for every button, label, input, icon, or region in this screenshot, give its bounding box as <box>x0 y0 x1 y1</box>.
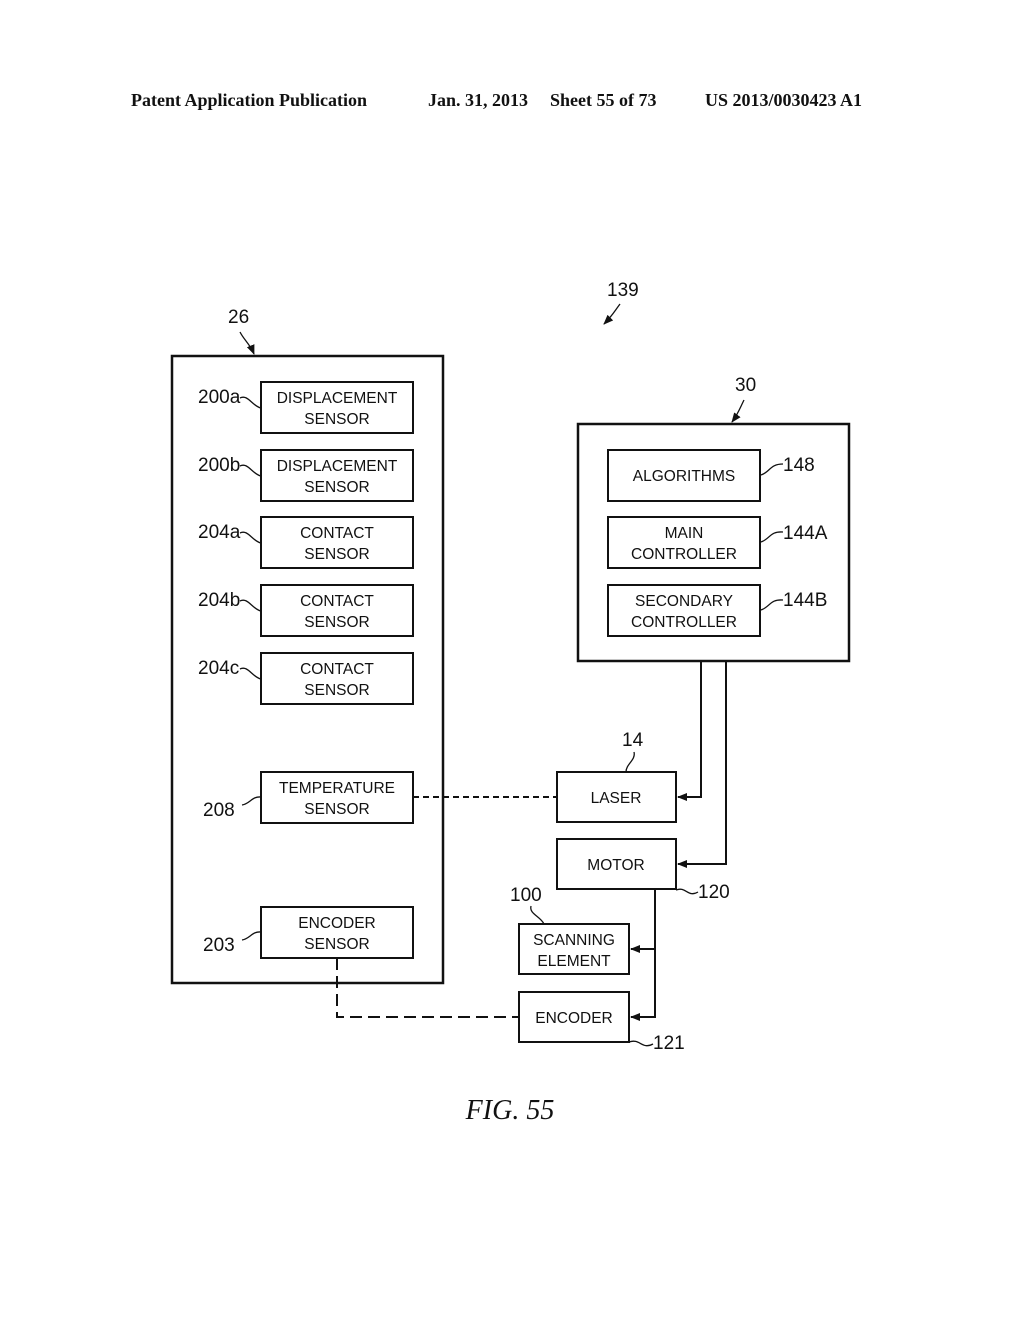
dashed-link-encoder-sensor-encoder <box>336 958 519 1018</box>
svg-text:204c: 204c <box>198 658 239 679</box>
svg-text:ENCODER: ENCODER <box>535 1010 613 1027</box>
svg-text:LASER: LASER <box>591 790 642 807</box>
svg-text:ELEMENT: ELEMENT <box>537 953 611 970</box>
ref-139: 139 <box>607 280 639 301</box>
svg-text:121: 121 <box>653 1033 685 1054</box>
svg-text:MOTOR: MOTOR <box>587 857 644 874</box>
svg-text:204b: 204b <box>198 590 240 611</box>
block-diagram: 139 26 DISPLACEMENT SENSOR 200a DISPLACE… <box>170 280 851 1126</box>
svg-text:200b: 200b <box>198 455 240 476</box>
svg-text:SENSOR: SENSOR <box>304 936 369 953</box>
svg-text:SENSOR: SENSOR <box>304 614 369 631</box>
svg-text:CONTACT: CONTACT <box>300 661 374 678</box>
svg-text:DISPLACEMENT: DISPLACEMENT <box>277 390 398 407</box>
svg-text:SENSOR: SENSOR <box>304 682 369 699</box>
svg-text:204a: 204a <box>198 522 241 543</box>
component-200b: DISPLACEMENT SENSOR 200b <box>198 449 414 502</box>
svg-text:SENSOR: SENSOR <box>304 546 369 563</box>
svg-text:MAIN: MAIN <box>665 525 704 542</box>
device-motor-120: MOTOR 120 <box>556 838 730 903</box>
device-encoder-121: ENCODER 121 <box>518 991 685 1054</box>
svg-text:CONTACT: CONTACT <box>300 593 374 610</box>
connector-controller-laser <box>677 661 702 801</box>
device-laser-14: LASER 14 <box>556 730 677 823</box>
svg-text:SENSOR: SENSOR <box>304 801 369 818</box>
svg-text:DISPLACEMENT: DISPLACEMENT <box>277 458 398 475</box>
svg-text:TEMPERATURE: TEMPERATURE <box>279 780 395 797</box>
svg-text:144B: 144B <box>783 590 827 611</box>
figure-caption: FIG. 55 <box>465 1095 555 1126</box>
svg-text:CONTROLLER: CONTROLLER <box>631 546 737 563</box>
component-204a: CONTACT SENSOR 204a <box>198 516 414 569</box>
arrow-139 <box>603 303 621 325</box>
device-scanning-element-100: SCANNING ELEMENT 100 <box>510 885 630 975</box>
svg-text:CONTROLLER: CONTROLLER <box>631 614 737 631</box>
arrow-30 <box>731 399 745 423</box>
svg-text:120: 120 <box>698 882 730 903</box>
svg-text:ALGORITHMS: ALGORITHMS <box>633 468 735 485</box>
svg-text:CONTACT: CONTACT <box>300 525 374 542</box>
svg-text:SECONDARY: SECONDARY <box>635 593 733 610</box>
ref-26: 26 <box>228 307 249 328</box>
svg-text:100: 100 <box>510 885 542 906</box>
component-144B: SECONDARY CONTROLLER 144B <box>607 584 827 637</box>
svg-text:200a: 200a <box>198 387 241 408</box>
ref-30: 30 <box>735 375 756 396</box>
svg-text:148: 148 <box>783 455 815 476</box>
component-148: ALGORITHMS 148 <box>607 449 815 502</box>
svg-text:144A: 144A <box>783 523 828 544</box>
component-204b: CONTACT SENSOR 204b <box>198 584 414 637</box>
svg-text:203: 203 <box>203 935 235 956</box>
svg-text:SCANNING: SCANNING <box>533 932 615 949</box>
svg-text:14: 14 <box>622 730 644 751</box>
component-208: TEMPERATURE SENSOR 208 <box>203 771 414 824</box>
svg-text:208: 208 <box>203 800 235 821</box>
component-144A: MAIN CONTROLLER 144A <box>607 516 828 569</box>
arrow-26 <box>239 331 255 355</box>
svg-text:ENCODER: ENCODER <box>298 915 376 932</box>
component-203: ENCODER SENSOR 203 <box>203 906 414 959</box>
connector-motor-encoder <box>630 889 656 1021</box>
svg-text:SENSOR: SENSOR <box>304 479 369 496</box>
svg-text:SENSOR: SENSOR <box>304 411 369 428</box>
component-200a: DISPLACEMENT SENSOR 200a <box>198 381 414 434</box>
component-204c: CONTACT SENSOR 204c <box>198 652 414 705</box>
